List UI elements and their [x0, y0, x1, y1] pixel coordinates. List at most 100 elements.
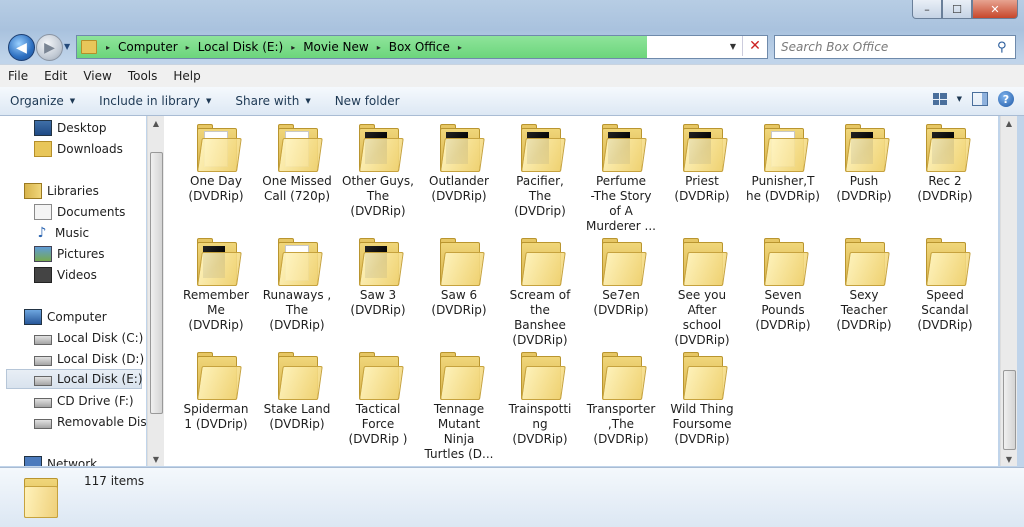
address-history-dropdown[interactable]: ▼ [725, 36, 741, 56]
nav-downloads[interactable]: Downloads [34, 139, 123, 159]
folder-item[interactable]: Wild Thing Foursome (DVDRip) [662, 352, 742, 447]
breadcrumb-box-office[interactable]: Box Office [386, 40, 453, 54]
nav-music[interactable]: ♪ Music [34, 223, 90, 243]
folder-label: One Day (DVDRip) [176, 174, 256, 204]
scroll-down-arrow[interactable]: ▼ [148, 452, 164, 466]
breadcrumb-computer[interactable]: Computer [115, 40, 181, 54]
close-button[interactable]: ✕ [972, 0, 1018, 19]
folder-label-line: One Missed [262, 174, 332, 188]
folder-label-line: Trainspotti [508, 402, 572, 416]
breadcrumb-separator[interactable]: ▸ [101, 43, 115, 52]
folder-item[interactable]: Perfume -The Story of A Murderer ... [581, 124, 661, 234]
views-dropdown-icon[interactable]: ▼ [957, 95, 962, 103]
search-input[interactable]: Search Box Office [775, 40, 997, 54]
nav-pictures[interactable]: Pictures [34, 244, 105, 264]
address-bar[interactable]: ▸ Computer ▸ Local Disk (E:) ▸ Movie New… [76, 35, 768, 59]
nav-removable-disk[interactable]: Removable Disk ( [34, 412, 146, 432]
folder-item[interactable]: Saw 6 (DVDRip) [419, 238, 499, 318]
folder-label: See you After school (DVDRip) [662, 288, 742, 348]
nav-local-disk-e[interactable]: Local Disk (E:) [6, 369, 143, 389]
include-in-library-button[interactable]: Include in library ▼ [89, 94, 225, 108]
folder-label-line: The [366, 189, 390, 203]
scrollbar-thumb[interactable] [1003, 370, 1016, 450]
breadcrumb-separator[interactable]: ▸ [372, 43, 386, 52]
menu-view[interactable]: View [75, 69, 119, 83]
nav-local-disk-d[interactable]: Local Disk (D:) [34, 349, 144, 369]
folder-item[interactable]: Sexy Teacher (DVDRip) [824, 238, 904, 333]
forward-button[interactable]: ▶ [36, 34, 63, 61]
folder-item[interactable]: Spiderman 1 (DVDrip) [176, 352, 256, 432]
nav-cd-drive-f[interactable]: CD Drive (F:) [34, 391, 134, 411]
downloads-folder-icon [34, 141, 52, 157]
scroll-up-arrow[interactable]: ▲ [148, 116, 164, 130]
nav-desktop[interactable]: Desktop [34, 118, 107, 138]
new-folder-button[interactable]: New folder [325, 94, 414, 108]
folder-item[interactable]: Remember Me (DVDRip) [176, 238, 256, 333]
nav-computer[interactable]: Computer [24, 307, 107, 327]
minimize-button[interactable]: – [912, 0, 942, 19]
folder-label-line: Tennage [433, 402, 485, 416]
folder-item[interactable]: Outlander (DVDRip) [419, 124, 499, 204]
folder-label: Rec 2 (DVDRip) [905, 174, 985, 204]
folder-item[interactable]: One Day (DVDRip) [176, 124, 256, 204]
folder-item[interactable]: Stake Land (DVDRip) [257, 352, 337, 432]
folder-item[interactable]: Scream of the Banshee (DVDRip) [500, 238, 580, 348]
folder-item[interactable]: Push (DVDRip) [824, 124, 904, 204]
documents-icon [34, 204, 52, 220]
preview-pane-icon[interactable] [972, 92, 988, 106]
breadcrumb-movie-new[interactable]: Movie New [300, 40, 372, 54]
folder-icon [680, 352, 728, 400]
folder-item[interactable]: Tactical Force (DVDRip ) [338, 352, 418, 447]
folder-item[interactable]: Saw 3 (DVDRip) [338, 238, 418, 318]
folder-item[interactable]: Rec 2 (DVDRip) [905, 124, 985, 204]
scrollbar-thumb[interactable] [150, 152, 163, 414]
folder-item[interactable]: Pacifier, The (DVDrip) [500, 124, 580, 219]
folder-item[interactable]: Seven Pounds (DVDRip) [743, 238, 823, 333]
folder-item[interactable]: Speed Scandal (DVDRip) [905, 238, 985, 333]
file-list-scrollbar[interactable]: ▲ ▼ [1000, 116, 1017, 466]
breadcrumb-separator[interactable]: ▸ [181, 43, 195, 52]
nav-libraries[interactable]: Libraries [24, 181, 99, 201]
folder-item[interactable]: Punisher,T he (DVDRip) [743, 124, 823, 204]
search-icon[interactable]: ⚲ [997, 40, 1015, 55]
videos-icon [34, 267, 52, 283]
menu-edit[interactable]: Edit [36, 69, 75, 83]
folder-item[interactable]: Transporter ,The (DVDRip) [581, 352, 661, 447]
scroll-down-arrow[interactable]: ▼ [1001, 452, 1017, 466]
search-box[interactable]: Search Box Office ⚲ [774, 35, 1016, 59]
folder-label-line: Rec 2 [928, 174, 962, 188]
maximize-button[interactable]: ☐ [942, 0, 972, 19]
folder-item[interactable]: One Missed Call (720p) [257, 124, 337, 204]
breadcrumb-separator[interactable]: ▸ [453, 43, 467, 52]
nav-network[interactable]: Network [24, 454, 97, 466]
breadcrumb-separator[interactable]: ▸ [286, 43, 300, 52]
scroll-up-arrow[interactable]: ▲ [1001, 116, 1017, 130]
computer-icon [24, 309, 42, 325]
nav-local-disk-c[interactable]: Local Disk (C:) [34, 328, 143, 348]
recent-pages-dropdown[interactable]: ▼ [64, 42, 70, 51]
menu-tools[interactable]: Tools [120, 69, 166, 83]
menu-file[interactable]: File [0, 69, 36, 83]
change-view-icon[interactable] [932, 93, 947, 105]
stop-loading-icon[interactable]: ✕ [742, 36, 767, 56]
organize-button[interactable]: Organize ▼ [0, 94, 89, 108]
folder-icon [356, 352, 404, 400]
back-button[interactable]: ◀ [8, 34, 35, 61]
help-icon[interactable]: ? [998, 91, 1014, 107]
folder-icon [437, 352, 485, 400]
navigation-pane-scrollbar[interactable]: ▲ ▼ [147, 116, 164, 466]
folder-item[interactable]: Priest (DVDRip) [662, 124, 742, 204]
menu-help[interactable]: Help [165, 69, 208, 83]
nav-videos[interactable]: Videos [34, 265, 97, 285]
folder-item[interactable]: Tennage Mutant Ninja Turtles (D... [419, 352, 499, 462]
folder-item[interactable]: Other Guys, The (DVDRip) [338, 124, 418, 219]
folder-item[interactable]: Trainspotti ng (DVDRip) [500, 352, 580, 447]
share-with-button[interactable]: Share with ▼ [225, 94, 324, 108]
nav-documents[interactable]: Documents [34, 202, 125, 222]
folder-item[interactable]: Runaways , The (DVDRip) [257, 238, 337, 333]
folder-item[interactable]: See you After school (DVDRip) [662, 238, 742, 348]
folder-label: Scream of the Banshee (DVDRip) [500, 288, 580, 348]
folder-icon [680, 124, 728, 172]
folder-item[interactable]: Se7en (DVDRip) [581, 238, 661, 318]
breadcrumb-local-disk-e[interactable]: Local Disk (E:) [195, 40, 287, 54]
